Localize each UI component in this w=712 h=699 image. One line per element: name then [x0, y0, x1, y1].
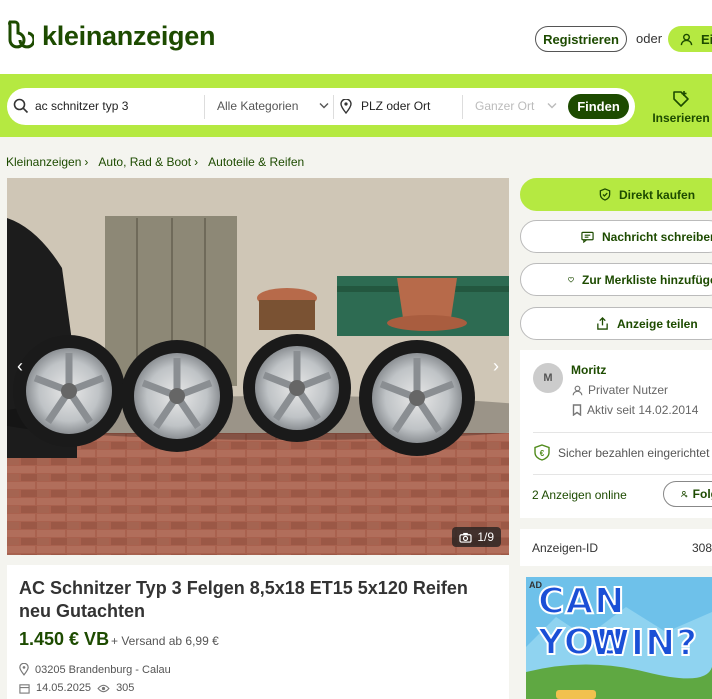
category-select[interactable]: Alle Kategorien — [217, 99, 298, 113]
breadcrumb: Kleinanzeigen › Auto, Rad & Boot › Autotei… — [6, 155, 304, 169]
bookmark-icon — [572, 404, 582, 416]
user-icon — [572, 385, 583, 395]
ad-id-label: Anzeigen-ID — [532, 541, 599, 555]
advertisement-banner[interactable]: AD CAN YOU WIN? — [526, 577, 712, 699]
seller-name[interactable]: Moritz — [571, 363, 606, 377]
wheel — [13, 335, 125, 447]
divider — [462, 95, 463, 119]
divider — [533, 474, 712, 475]
listing-info: AC Schnitzer Typ 3 Felgen 8,5x18 ET15 5x… — [7, 565, 509, 699]
listing-photo — [7, 178, 509, 555]
ad-id-card: Anzeigen-ID 3083 — [520, 529, 712, 566]
login-label: Ein — [701, 31, 712, 47]
view-count: 305 — [116, 682, 135, 694]
listing-date-views: 14.05.2025 305 — [19, 682, 134, 694]
wheel — [121, 340, 233, 452]
calendar-icon — [19, 683, 30, 694]
listing-price: 1.450 € VB — [19, 629, 110, 649]
chevron-down-icon[interactable] — [319, 102, 329, 110]
next-image-arrow-icon[interactable]: › — [493, 356, 499, 377]
top-header: kleinanzeigen Registrieren oder Ein — [0, 0, 712, 74]
share-icon — [597, 317, 608, 330]
prev-image-arrow-icon[interactable]: ‹ — [17, 356, 23, 377]
search-bar: ac schnitzer typ 3 Alle Kategorien PLZ o… — [0, 74, 712, 137]
location-input[interactable]: PLZ oder Ort — [361, 99, 430, 113]
user-plus-icon — [681, 491, 688, 498]
ad-headline-line2: WIN? — [589, 622, 699, 665]
image-counter-text: 1/9 — [477, 530, 494, 544]
search-icon — [13, 98, 29, 114]
eye-icon — [97, 684, 110, 692]
logo-text: kleinanzeigen — [42, 20, 216, 51]
wheel — [359, 340, 475, 456]
listing-date: 14.05.2025 — [36, 682, 92, 694]
ad-id-value: 3083 — [692, 541, 712, 555]
chevron-right-icon: › — [194, 155, 199, 169]
avatar[interactable]: M — [533, 363, 563, 393]
post-ad-label: Inserieren — [652, 111, 710, 125]
seller-card: M Moritz Privater Nutzer Aktiv seit 14.0… — [520, 350, 712, 518]
add-to-watchlist-button[interactable]: Zur Merkliste hinzufügen — [520, 263, 712, 296]
seller-type: Privater Nutzer — [572, 383, 668, 397]
secure-payment-badge: € Sicher bezahlen eingerichtet — [534, 444, 709, 461]
listing-location: 03205 Brandenburg - Calau — [19, 663, 171, 676]
image-gallery[interactable]: ‹ › 1/9 — [7, 178, 509, 555]
listing-title: AC Schnitzer Typ 3 Felgen 8,5x18 ET15 5x… — [19, 578, 468, 621]
camera-icon — [459, 532, 472, 543]
logo[interactable]: kleinanzeigen — [6, 20, 215, 52]
tag-plus-icon — [673, 91, 689, 107]
divider — [333, 95, 334, 119]
share-ad-button[interactable]: Anzeige teilen — [520, 307, 712, 340]
chevron-down-icon[interactable] — [547, 102, 557, 110]
breadcrumb-item[interactable]: Autoteile & Reifen — [208, 155, 304, 169]
or-label: oder — [636, 31, 663, 46]
post-ad-button[interactable]: Inserieren — [650, 90, 712, 125]
search-input[interactable]: ac schnitzer typ 3 — [35, 99, 128, 113]
divider — [204, 95, 205, 119]
svg-text:€: € — [540, 449, 545, 458]
shipping-info: + Versand ab 6,99 € — [111, 634, 219, 648]
follow-button[interactable]: Folgen — [663, 481, 712, 507]
radius-select[interactable]: Ganzer Ort — [475, 99, 534, 113]
divider — [533, 432, 712, 433]
heart-icon — [568, 276, 574, 283]
location-pin-icon — [19, 663, 29, 676]
buy-now-button[interactable]: Direkt kaufen — [520, 178, 712, 211]
register-button[interactable]: Registrieren — [535, 26, 627, 52]
breadcrumb-item[interactable]: Kleinanzeigen › — [6, 155, 88, 169]
location-pin-icon — [340, 99, 352, 114]
image-counter: 1/9 — [452, 527, 501, 547]
secure-payment-icon: € — [534, 444, 550, 461]
wheel — [243, 334, 351, 442]
send-message-button[interactable]: Nachricht schreiben — [520, 220, 712, 253]
search-button[interactable]: Finden — [568, 94, 629, 119]
user-icon — [680, 33, 693, 45]
breadcrumb-item[interactable]: Auto, Rad & Boot › — [98, 155, 198, 169]
chevron-right-icon: › — [84, 155, 89, 169]
shield-check-icon — [599, 188, 611, 201]
logo-icon — [8, 20, 34, 49]
ads-online-link[interactable]: 2 Anzeigen online — [532, 488, 627, 502]
message-icon — [581, 231, 594, 243]
search-box: ac schnitzer typ 3 Alle Kategorien PLZ o… — [7, 88, 635, 125]
seller-active-since: Aktiv seit 14.02.2014 — [572, 403, 698, 417]
login-button[interactable]: Ein — [668, 26, 712, 52]
